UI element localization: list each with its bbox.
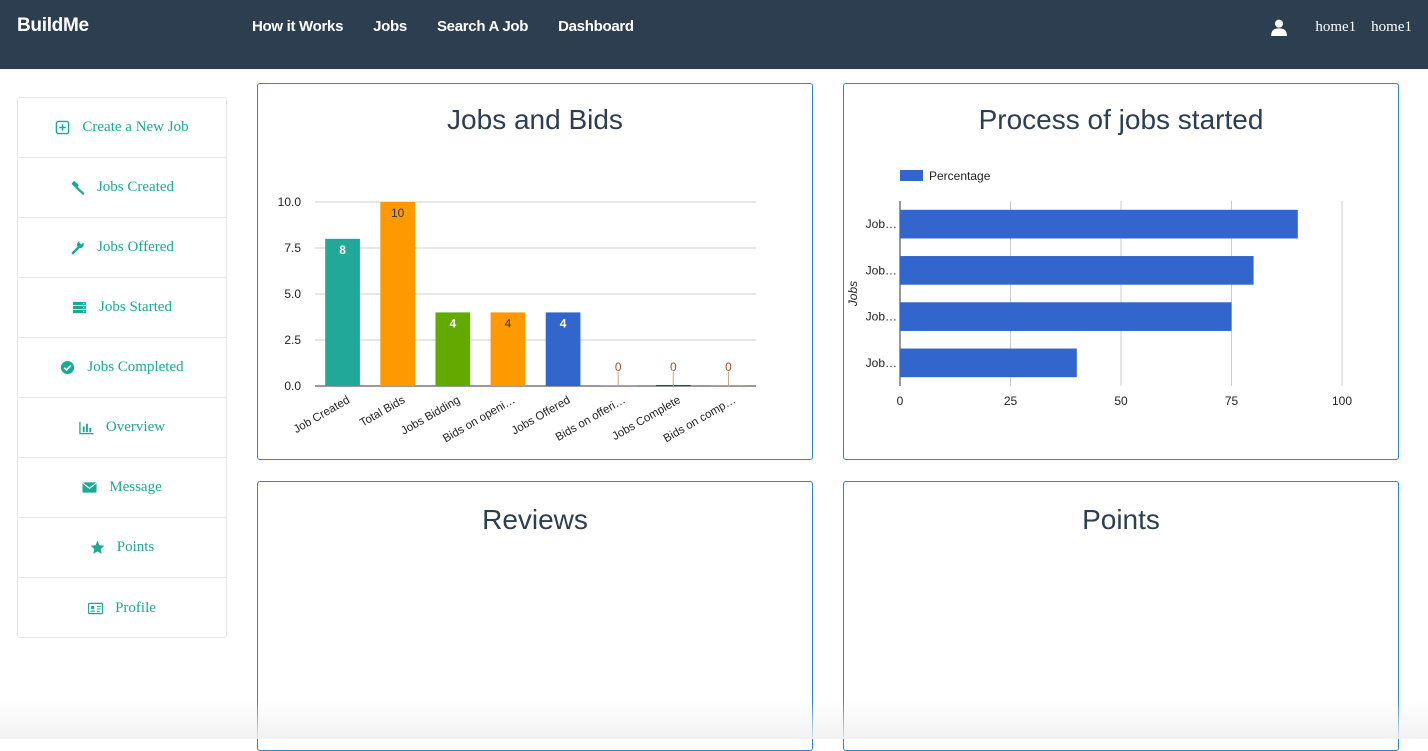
sidebar-item-points[interactable]: Points: [18, 518, 226, 578]
data-label: 10: [391, 206, 405, 220]
data-label: 0: [670, 360, 677, 374]
x-tick-label: 0: [897, 394, 904, 408]
process-jobs-panel: Process of jobs started 0 25 50 75 100 Percen…: [843, 83, 1399, 460]
data-label: 8: [339, 243, 346, 257]
legend-swatch: [900, 170, 923, 181]
main-nav: How it Works Jobs Search A Job Dashboard: [252, 18, 664, 35]
check-circle-icon: [61, 360, 75, 375]
points-panel: Points: [843, 481, 1399, 751]
brand-logo[interactable]: BuildMe: [17, 15, 89, 37]
process-jobs-chart: 0 25 50 75 100 Percentage Jobs Job… Job… Job… Job…: [846, 169, 1352, 408]
nav-how-it-works[interactable]: How it Works: [252, 18, 343, 35]
legend-label: Percentage: [929, 169, 991, 183]
nav-user-name[interactable]: home1: [1315, 19, 1356, 36]
y-tick-label: Job…: [866, 217, 897, 231]
y-tick-label: 0.0: [284, 379, 301, 393]
x-tick-label: Job Created: [292, 394, 352, 436]
panel-title: Reviews: [482, 504, 588, 535]
bar-chart-icon: [79, 421, 94, 435]
sidebar-item-overview[interactable]: Overview: [18, 398, 226, 458]
server-icon: [72, 301, 87, 314]
sidebar-item-jobs-created[interactable]: Jobs Created: [18, 158, 226, 218]
bar: [900, 348, 1077, 378]
jobs-bids-chart: 0.0 2.5 5.0 7.5 10.0 8 Job Created 10 Total Bids…: [278, 195, 756, 445]
sidebar-item-label: Points: [116, 539, 155, 555]
jobs-and-bids-panel: Jobs and Bids 0.0 2.5 5.0 7.5 10.0 8 Job Creat…: [257, 83, 813, 460]
nav-search-a-job[interactable]: Search A Job: [437, 18, 528, 35]
x-tick-label: 25: [1004, 394, 1018, 408]
data-label: 4: [449, 316, 456, 330]
data-label: 0: [725, 360, 732, 374]
bar: [325, 238, 360, 386]
sidebar-item-create-job[interactable]: Create a New Job: [18, 98, 226, 158]
user-icon[interactable]: [1270, 18, 1288, 36]
x-tick-label: 50: [1114, 394, 1128, 408]
bar: [900, 302, 1232, 331]
y-axis-title: Jobs: [846, 281, 860, 307]
sidebar-item-label: Jobs Offered: [97, 239, 174, 255]
gavel-icon: [71, 181, 85, 195]
id-card-icon: [88, 602, 104, 614]
sidebar-item-label: Create a New Job: [82, 119, 189, 135]
nav-dashboard[interactable]: Dashboard: [558, 18, 634, 35]
y-tick-label: Job…: [866, 310, 897, 324]
x-tick-label: 75: [1225, 394, 1239, 408]
panel-title: Points: [1082, 504, 1160, 535]
wrench-icon: [71, 240, 84, 255]
data-label: 4: [560, 316, 567, 330]
sidebar-item-message[interactable]: Message: [18, 458, 226, 518]
user-menu: home1 home1: [1270, 18, 1412, 36]
sidebar-item-label: Profile: [115, 599, 156, 616]
x-tick-label: 100: [1332, 394, 1352, 408]
sidebar-item-jobs-offered[interactable]: Jobs Offered: [18, 218, 226, 278]
plus-square-icon: [56, 120, 70, 135]
y-tick-label: 2.5: [284, 333, 301, 347]
sidebar-item-jobs-started[interactable]: Jobs Started: [18, 278, 226, 338]
sidebar-item-label: Jobs Created: [96, 179, 175, 195]
reviews-panel: Reviews: [257, 481, 813, 751]
sidebar-item-label: Overview: [105, 419, 166, 435]
x-tick-label: Total Bids: [358, 394, 407, 429]
bar: [380, 202, 416, 386]
y-tick-label: 7.5: [284, 241, 301, 255]
envelope-icon: [82, 482, 97, 493]
y-tick-label: 5.0: [284, 287, 301, 301]
nav-jobs[interactable]: Jobs: [373, 18, 407, 35]
sidebar: Create a New Job Jobs Created Jobs Offer…: [17, 97, 227, 638]
sidebar-item-label: Message: [109, 479, 162, 495]
sidebar-item-jobs-completed[interactable]: Jobs Completed: [18, 338, 226, 398]
bar: [900, 209, 1298, 239]
data-label: 0: [615, 360, 622, 374]
y-tick-label: 10.0: [278, 195, 302, 209]
y-tick-label: Job…: [866, 263, 897, 277]
sidebar-item-label: Jobs Started: [99, 299, 172, 315]
sidebar-item-label: Jobs Completed: [87, 359, 184, 375]
nav-user-account[interactable]: home1: [1371, 19, 1412, 36]
sidebar-item-profile[interactable]: Profile: [18, 578, 226, 638]
star-icon: [90, 540, 105, 554]
data-label: 4: [505, 316, 512, 330]
y-tick-label: Job…: [866, 356, 897, 370]
bar: [900, 256, 1254, 285]
top-navbar: BuildMe How it Works Jobs Search A Job D…: [0, 0, 1428, 69]
